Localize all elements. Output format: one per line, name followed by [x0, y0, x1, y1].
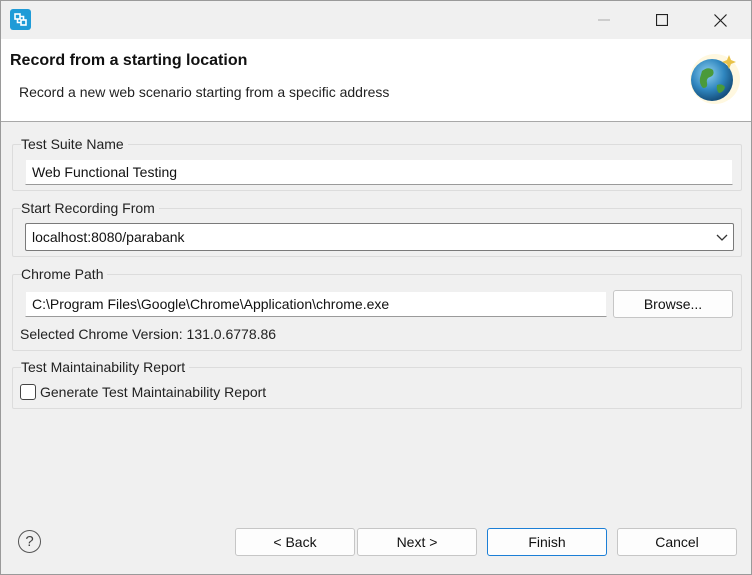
close-icon [713, 13, 727, 27]
cancel-button-label: Cancel [655, 534, 699, 550]
generate-report-checkbox-label[interactable]: Generate Test Maintainability Report [40, 384, 266, 400]
help-icon[interactable]: ? [18, 530, 41, 553]
generate-report-checkbox[interactable] [20, 384, 36, 400]
maximize-button[interactable] [633, 1, 691, 39]
back-button[interactable]: < Back [235, 528, 355, 556]
minimize-button[interactable] [575, 1, 633, 39]
finish-button-label: Finish [528, 534, 566, 550]
start-url-dropdown[interactable]: localhost:8080/parabank [25, 223, 734, 251]
start-url-selected: localhost:8080/parabank [32, 229, 185, 245]
minimize-icon [598, 19, 610, 21]
browse-button-label: Browse... [643, 296, 703, 312]
next-button-label: Next > [396, 534, 438, 550]
title-bar [1, 1, 751, 39]
start-recording-label: Start Recording From [21, 200, 159, 216]
chrome-path-field[interactable]: C:\Program Files\Google\Chrome\Applicati… [25, 291, 607, 317]
next-button[interactable]: Next > [357, 528, 477, 556]
wizard-header: Record from a starting location Record a… [1, 39, 751, 122]
wizard-title: Record from a starting location [10, 52, 248, 69]
maintainability-report-label: Test Maintainability Report [21, 359, 190, 375]
globe-icon [685, 47, 745, 107]
back-button-label: < Back [273, 534, 317, 550]
chrome-version-text: Selected Chrome Version: 131.0.6778.86 [20, 326, 277, 342]
cancel-button[interactable]: Cancel [617, 528, 737, 556]
wizard-dialog: Record from a starting location Record a… [0, 0, 752, 575]
test-suite-label: Test Suite Name [21, 136, 128, 152]
close-button[interactable] [691, 1, 749, 39]
chrome-path-label: Chrome Path [21, 266, 108, 282]
chevron-down-icon [716, 234, 728, 241]
browse-button[interactable]: Browse... [613, 290, 733, 318]
finish-button[interactable]: Finish [487, 528, 607, 556]
eclipse-wizard-icon [10, 9, 31, 30]
maximize-icon [656, 14, 668, 26]
test-suite-name-field[interactable]: Web Functional Testing [25, 159, 733, 185]
wizard-description: Record a new web scenario starting from … [19, 84, 390, 100]
